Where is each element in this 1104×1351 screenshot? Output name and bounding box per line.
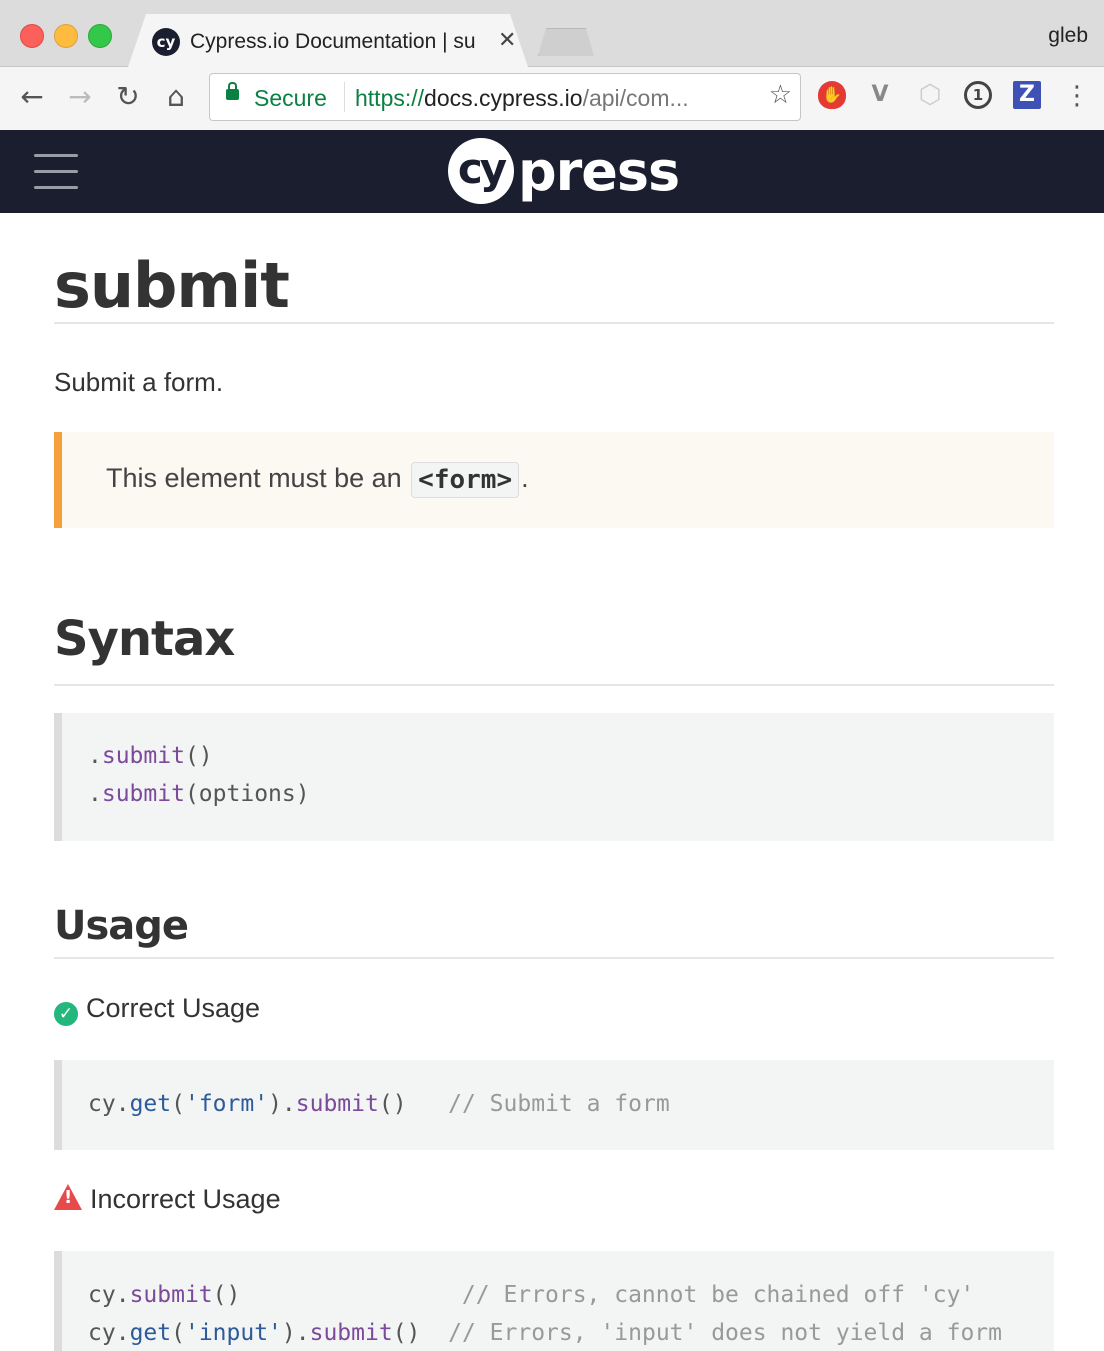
- forward-arrow-icon[interactable]: →: [62, 79, 98, 115]
- logo-badge: cy: [448, 138, 514, 204]
- lock-icon: [226, 82, 239, 100]
- profile-name[interactable]: gleb: [1048, 24, 1088, 48]
- incorrect-usage-label: Incorrect Usage: [90, 1184, 281, 1214]
- close-tab-icon[interactable]: ✕: [498, 28, 516, 53]
- note-code: <form>: [411, 462, 520, 498]
- address-bar[interactable]: Secure https://docs.cypress.io/api/com..…: [209, 73, 801, 121]
- title-divider: [54, 322, 1054, 324]
- logo-wordmark: press: [518, 140, 680, 203]
- syntax-line: .submit(): [88, 743, 213, 769]
- cypress-favicon-icon: cy: [152, 28, 180, 56]
- browser-menu-icon[interactable]: ⋮: [1064, 81, 1090, 111]
- syntax-line: .submit(options): [88, 781, 310, 807]
- note-text-after: .: [521, 463, 529, 494]
- syntax-code-block: .submit() .submit(options): [54, 713, 1054, 841]
- back-arrow-icon[interactable]: ←: [14, 79, 50, 115]
- note-text-before: This element must be an: [106, 463, 402, 494]
- syntax-heading: Syntax: [54, 611, 235, 667]
- reload-icon[interactable]: ↻: [110, 79, 146, 115]
- new-tab-button[interactable]: [538, 28, 594, 56]
- correct-usage-label: Correct Usage: [86, 993, 261, 1023]
- incorrect-code-block: cy.submit() // Errors, cannot be chained…: [54, 1251, 1054, 1351]
- incorrect-code-line: cy.get('input').submit() // Errors, 'inp…: [88, 1320, 1002, 1346]
- bookmark-star-icon[interactable]: ☆: [769, 80, 792, 110]
- hexagon-extension-icon[interactable]: ⬡: [916, 81, 944, 109]
- onepassword-extension-icon[interactable]: 1: [964, 81, 992, 109]
- usage-heading: Usage: [54, 903, 189, 949]
- correct-code-line: cy.get('form').submit() // Submit a form: [88, 1091, 670, 1117]
- correct-usage-heading: ✓ Correct Usage: [54, 993, 260, 1026]
- maximize-window-button[interactable]: [88, 24, 112, 48]
- syntax-divider: [54, 684, 1054, 686]
- tab-title: Cypress.io Documentation | su: [190, 30, 476, 53]
- url-scheme: https://: [355, 85, 425, 111]
- secure-label: Secure: [254, 85, 327, 111]
- warning-triangle-icon: [54, 1184, 82, 1210]
- check-circle-icon: ✓: [54, 1002, 78, 1026]
- note-callout: This element must be an <form>.: [54, 432, 1054, 528]
- z-extension-icon[interactable]: Z: [1013, 81, 1041, 109]
- ublock-extension-icon[interactable]: ✋: [818, 81, 846, 109]
- incorrect-usage-heading: Incorrect Usage: [54, 1184, 281, 1215]
- incorrect-code-line: cy.submit() // Errors, cannot be chained…: [88, 1282, 975, 1308]
- browser-titlebar: cy Cypress.io Documentation | su ✕ gleb: [0, 0, 1104, 67]
- close-window-button[interactable]: [20, 24, 44, 48]
- page-title: submit: [54, 249, 290, 322]
- url-path: /api/com...: [582, 85, 689, 111]
- site-header: cy press: [0, 130, 1104, 213]
- browser-tab-active[interactable]: cy Cypress.io Documentation | su ✕: [128, 14, 528, 67]
- home-icon[interactable]: ⌂: [158, 79, 194, 115]
- url-host: docs.cypress.io: [424, 85, 583, 111]
- correct-code-block: cy.get('form').submit() // Submit a form: [54, 1060, 1054, 1150]
- v-extension-icon[interactable]: V: [866, 81, 894, 109]
- hamburger-menu-icon[interactable]: [34, 154, 78, 190]
- note-text: This element must be an <form>.: [106, 462, 529, 498]
- minimize-window-button[interactable]: [54, 24, 78, 48]
- usage-divider: [54, 957, 1054, 959]
- page-lead: Submit a form.: [54, 367, 224, 397]
- browser-toolbar: ← → ↻ ⌂ Secure https://docs.cypress.io/a…: [0, 67, 1104, 131]
- url-text[interactable]: https://docs.cypress.io/api/com...: [355, 85, 689, 112]
- omnibox-divider: [344, 82, 345, 112]
